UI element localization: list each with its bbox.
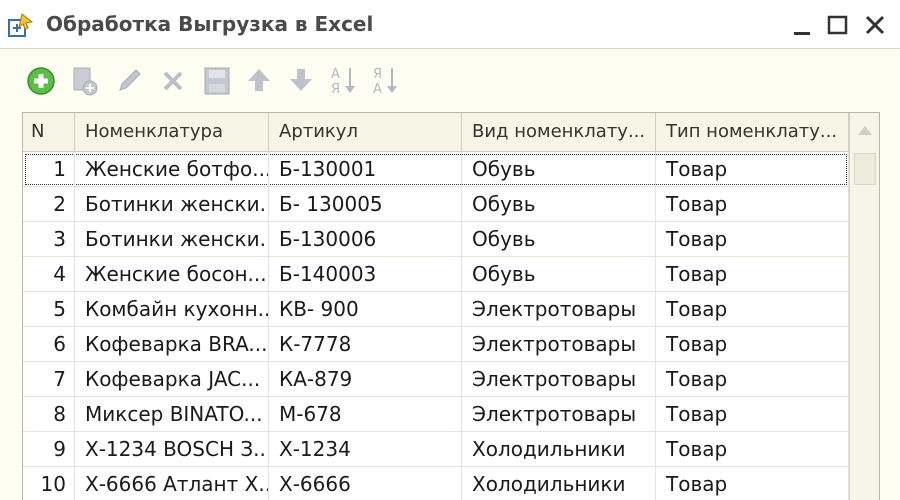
cell-kind: Обувь [462, 222, 656, 256]
scroll-up-icon[interactable] [850, 113, 880, 151]
column-header-type[interactable]: Тип номенклату... [656, 113, 849, 151]
sort-az-icon: А Я [331, 67, 355, 97]
cell-n: 7 [23, 362, 75, 396]
cell-nomenclature: Кофеварка JAC... [75, 362, 269, 396]
plus-circle-icon [27, 67, 55, 95]
table-row[interactable]: 7 Кофеварка JAC... КА-879 Электротовары … [23, 362, 849, 397]
cell-article: Б-140003 [269, 257, 462, 291]
maximize-button[interactable] [825, 12, 851, 38]
table-row[interactable]: 5 Комбайн кухонн... КВ- 900 Электротовар… [23, 292, 849, 327]
cell-article: КА-879 [269, 362, 462, 396]
cell-type: Товар [656, 432, 849, 466]
cell-n: 9 [23, 432, 75, 466]
cell-nomenclature: Миксер BINATO... [75, 397, 269, 431]
table-row[interactable]: 6 Кофеварка BRA... К-7778 Электротовары … [23, 327, 849, 362]
cell-nomenclature: Х-6666 Атлант Х... [75, 467, 269, 500]
table-row[interactable]: 4 Женские босон... Б-140003 Обувь Товар [23, 257, 849, 292]
cell-article: К-7778 [269, 327, 462, 361]
cell-article: КВ- 900 [269, 292, 462, 326]
cell-kind: Холодильники [462, 467, 656, 500]
cell-n: 5 [23, 292, 75, 326]
cell-type: Товар [656, 467, 849, 500]
column-header-n[interactable]: N [23, 113, 75, 151]
cell-n: 2 [23, 187, 75, 221]
title-bar: Обработка Выгрузка в Excel [0, 0, 900, 49]
cell-type: Товар [656, 292, 849, 326]
table-row[interactable]: 2 Ботинки женски... Б- 130005 Обувь Това… [23, 187, 849, 222]
arrow-down-icon [290, 69, 312, 91]
cell-n: 3 [23, 222, 75, 256]
svg-text:А: А [331, 67, 340, 82]
cell-nomenclature: Х-1234 BOSCH З... [75, 432, 269, 466]
scrollbar-thumb[interactable] [854, 153, 876, 185]
cell-type: Товар [656, 187, 849, 221]
cell-type: Товар [656, 397, 849, 431]
svg-text:Я: Я [331, 82, 340, 97]
sort-asc-button[interactable]: А Я [326, 62, 360, 98]
cell-kind: Электротовары [462, 292, 656, 326]
table-row[interactable]: 3 Ботинки женски... Б-130006 Обувь Товар [23, 222, 849, 257]
column-header-article[interactable]: Артикул [269, 113, 462, 151]
delete-button[interactable] [156, 62, 190, 98]
cell-kind: Электротовары [462, 362, 656, 396]
cell-nomenclature: Женские босон... [75, 257, 269, 291]
edit-button[interactable] [112, 62, 146, 98]
table-header: N Номенклатура Артикул Вид номенклату...… [23, 113, 849, 152]
cell-n: 6 [23, 327, 75, 361]
processing-icon [8, 13, 34, 37]
vertical-scrollbar[interactable] [849, 113, 880, 500]
table-row[interactable]: 8 Миксер BINATO... М-678 Электротовары Т… [23, 397, 849, 432]
minimize-button[interactable] [790, 12, 816, 38]
cell-nomenclature: Комбайн кухонн... [75, 292, 269, 326]
end-edit-button[interactable] [200, 62, 234, 98]
items-table: N Номенклатура Артикул Вид номенклату...… [22, 112, 880, 500]
cell-n: 4 [23, 257, 75, 291]
cell-nomenclature: Кофеварка BRA... [75, 327, 269, 361]
cell-article: Б- 130005 [269, 187, 462, 221]
cell-kind: Холодильники [462, 432, 656, 466]
copy-button[interactable] [68, 62, 102, 98]
cell-type: Товар [656, 152, 849, 186]
cell-kind: Обувь [462, 152, 656, 186]
cell-type: Товар [656, 257, 849, 291]
copy-icon [73, 67, 98, 96]
cell-kind: Обувь [462, 187, 656, 221]
window-title: Обработка Выгрузка в Excel [46, 12, 374, 36]
cell-kind: Электротовары [462, 397, 656, 431]
add-button[interactable] [24, 62, 58, 98]
sort-za-icon: Я А [373, 67, 397, 97]
move-down-button[interactable] [284, 62, 318, 98]
cell-n: 1 [23, 152, 75, 186]
close-button[interactable] [862, 12, 888, 38]
arrow-up-icon [248, 69, 270, 91]
cell-type: Товар [656, 222, 849, 256]
column-header-nomenclature[interactable]: Номенклатура [75, 113, 269, 151]
cell-article: Х-1234 [269, 432, 462, 466]
column-header-kind[interactable]: Вид номенклату... [462, 113, 656, 151]
svg-text:А: А [373, 82, 382, 97]
cell-article: Х-6666 [269, 467, 462, 500]
cell-nomenclature: Ботинки женски... [75, 187, 269, 221]
cell-article: Б-130001 [269, 152, 462, 186]
cell-n: 8 [23, 397, 75, 431]
cell-kind: Обувь [462, 257, 656, 291]
table-row[interactable]: 1 Женские ботфо... Б-130001 Обувь Товар [23, 152, 849, 187]
pencil-icon [119, 69, 141, 91]
cell-kind: Электротовары [462, 327, 656, 361]
cell-article: Б-130006 [269, 222, 462, 256]
cell-type: Товар [656, 327, 849, 361]
x-icon [163, 71, 183, 91]
cell-n: 10 [23, 467, 75, 500]
sort-desc-button[interactable]: Я А [368, 62, 402, 98]
move-up-button[interactable] [242, 62, 276, 98]
cell-article: М-678 [269, 397, 462, 431]
app-window: Обработка Выгрузка в Excel А Я Я А N Ном… [0, 0, 900, 500]
table-row[interactable]: 10 Х-6666 Атлант Х... Х-6666 Холодильник… [23, 467, 849, 500]
cell-type: Товар [656, 362, 849, 396]
table-row[interactable]: 9 Х-1234 BOSCH З... Х-1234 Холодильники … [23, 432, 849, 467]
cell-nomenclature: Женские ботфо... [75, 152, 269, 186]
save-icon [204, 67, 230, 95]
cell-nomenclature: Ботинки женски... [75, 222, 269, 256]
svg-text:Я: Я [373, 67, 382, 82]
